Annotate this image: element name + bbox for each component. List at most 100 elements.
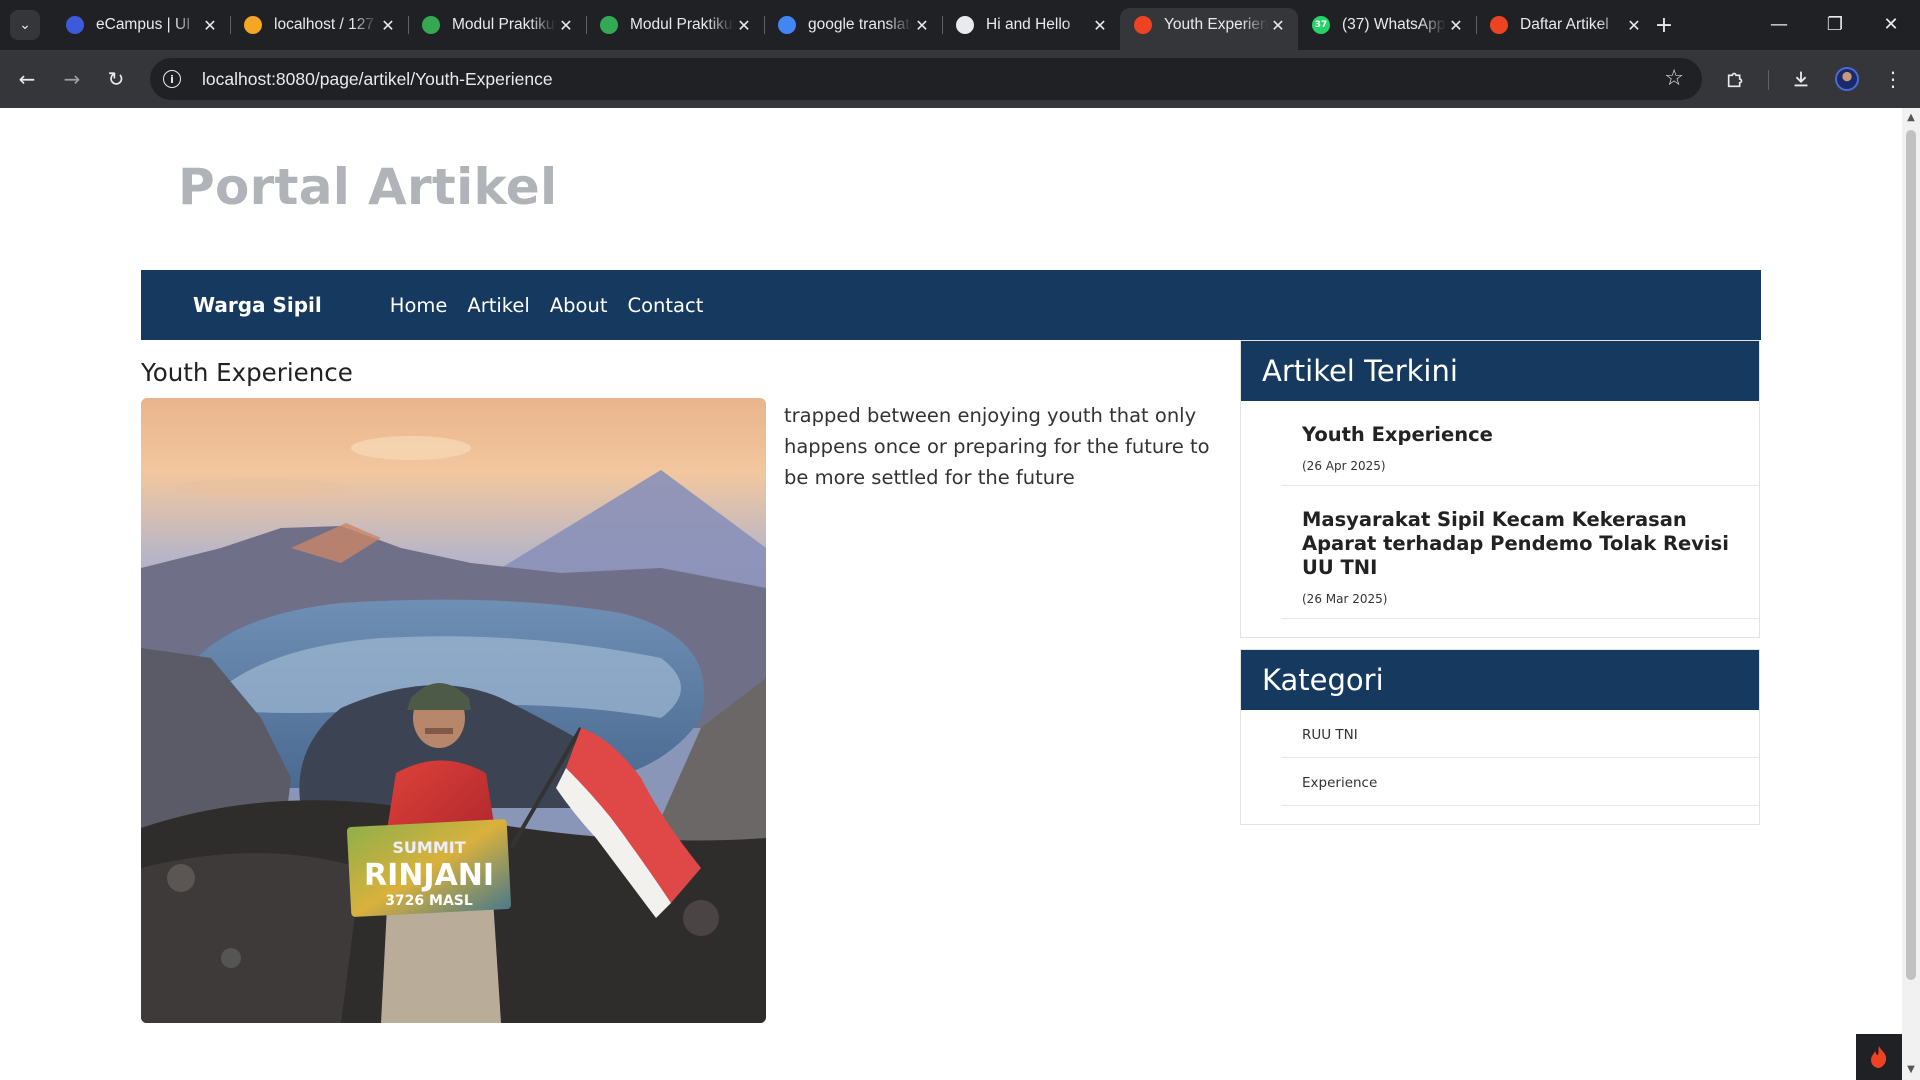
close-tab-icon[interactable]: ✕	[556, 16, 576, 35]
plus-icon: +	[1654, 12, 1674, 38]
tab-title: Modul Praktikum	[452, 16, 556, 33]
page-scrollbar[interactable]: ▲ ▼	[1902, 108, 1920, 1080]
close-icon: ✕	[1883, 13, 1899, 35]
close-tab-icon[interactable]: ✕	[1446, 16, 1466, 35]
nav-home[interactable]: Home	[390, 294, 448, 317]
close-tab-icon[interactable]: ✕	[200, 16, 220, 35]
scrollbar-thumb[interactable]	[1906, 130, 1916, 980]
tab-title: Modul Praktikum	[630, 16, 734, 33]
restore-icon: ❐	[1826, 13, 1844, 35]
close-tab-icon[interactable]: ✕	[912, 16, 932, 35]
article-photo: SUMMIT RINJANI 3726 MASL	[141, 398, 766, 1023]
tab-title: eCampus | UI	[96, 16, 191, 33]
browser-tab[interactable]: Youth Experience✕	[1120, 8, 1298, 50]
extensions-button[interactable]	[1721, 64, 1751, 94]
back-button[interactable]: ←	[12, 64, 42, 94]
browser-tab[interactable]: localhost / 127 ✕	[230, 8, 408, 42]
downloads-button[interactable]	[1786, 64, 1816, 94]
categories-widget: Kategori RUU TNI Experience	[1240, 649, 1760, 825]
google-icon	[778, 16, 796, 34]
profile-avatar[interactable]	[1835, 67, 1859, 91]
recent-article-item[interactable]: Masyarakat Sipil Kecam Kekerasan Aparat …	[1281, 486, 1759, 619]
category-item[interactable]: RUU TNI	[1281, 710, 1759, 758]
minimize-icon: —	[1770, 13, 1788, 35]
categories-list: RUU TNI Experience	[1241, 710, 1759, 824]
tab-title: Daftar Artikel	[1520, 16, 1609, 33]
close-tab-icon[interactable]: ✕	[378, 16, 398, 35]
scroll-up-icon[interactable]: ▲	[1905, 112, 1917, 124]
browser-tab[interactable]: 37 (37) WhatsApp ✕	[1298, 8, 1476, 42]
page-viewport: Portal Artikel Warga Sipil Home Artikel …	[0, 108, 1902, 1080]
site-title: Portal Artikel	[178, 158, 558, 216]
tab-title: Youth Experience	[1164, 16, 1268, 33]
reload-icon: ↻	[107, 67, 125, 91]
phpmyadmin-icon	[244, 16, 262, 34]
close-tab-icon[interactable]: ✕	[1624, 16, 1644, 35]
recent-article-date: (26 Mar 2025)	[1302, 592, 1388, 606]
browser-tab[interactable]: google translate ✕	[764, 8, 942, 42]
tab-search-button[interactable]: ⌄	[10, 10, 40, 40]
restore-button[interactable]: ❐	[1806, 0, 1864, 48]
main-navbar: Warga Sipil Home Artikel About Contact	[141, 270, 1761, 340]
browser-tab[interactable]: Daftar Artikel ✕	[1476, 8, 1654, 42]
categories-heading: Kategori	[1241, 650, 1759, 710]
google-drive-icon	[600, 16, 618, 34]
nav-artikel[interactable]: Artikel	[467, 294, 529, 317]
arrow-left-icon: ←	[18, 67, 36, 91]
tab-title: google translate	[808, 16, 912, 33]
reload-button[interactable]: ↻	[101, 64, 131, 94]
forward-button[interactable]: →	[57, 64, 87, 94]
browser-tab[interactable]: eCampus | UI ✕	[52, 8, 230, 42]
debug-toolbar-button[interactable]	[1856, 1034, 1902, 1080]
nav-links: Home Artikel About Contact	[390, 294, 724, 317]
toolbar-divider	[1768, 70, 1769, 90]
nav-about[interactable]: About	[550, 294, 608, 317]
address-bar[interactable]: i localhost:8080/page/artikel/Youth-Expe…	[150, 58, 1702, 100]
close-tab-icon[interactable]: ✕	[734, 16, 754, 35]
tab-title: Hi and Hello	[986, 16, 1071, 33]
recent-articles-widget: Artikel Terkini Youth Experience (26 Apr…	[1240, 340, 1760, 638]
download-icon	[1794, 71, 1808, 87]
whatsapp-icon: 37	[1312, 16, 1330, 34]
recent-article-title[interactable]: Youth Experience	[1302, 423, 1759, 447]
browser-tab[interactable]: Modul Praktikum ✕	[408, 8, 586, 42]
brand-link[interactable]: Warga Sipil	[193, 293, 322, 317]
browser-tab[interactable]: Hi and Hello ✕	[942, 8, 1120, 42]
url-text[interactable]: localhost:8080/page/artikel/Youth-Experi…	[202, 69, 553, 90]
tab-title: (37) WhatsApp	[1342, 16, 1446, 33]
article-title: Youth Experience	[141, 358, 353, 387]
tabs: eCampus | UI ✕ localhost / 127 ✕ Modul Prakt…	[52, 8, 1654, 50]
article-body: trapped between enjoying youth that only…	[784, 404, 1210, 489]
codeigniter-flame-icon	[1871, 1046, 1887, 1068]
photo-sign-line3: 3726 MASL	[385, 893, 473, 909]
category-item[interactable]: Experience	[1281, 758, 1759, 806]
recent-articles-list: Youth Experience (26 Apr 2025) Masyaraka…	[1241, 401, 1759, 637]
nav-contact[interactable]: Contact	[627, 294, 703, 317]
tab-strip: ⌄ eCampus | UI ✕ localhost / 127 ✕ Modul Pra…	[0, 0, 1920, 50]
ecampus-icon	[66, 16, 84, 34]
close-tab-icon[interactable]: ✕	[1268, 16, 1288, 35]
minimize-button[interactable]: —	[1750, 0, 1808, 48]
menu-button[interactable]: ⋮	[1878, 64, 1908, 94]
bookmark-star-icon[interactable]: ☆	[1664, 66, 1684, 91]
more-vert-icon: ⋮	[1883, 67, 1903, 91]
chatgpt-icon	[956, 16, 974, 34]
new-tab-button[interactable]: +	[1650, 10, 1678, 40]
scroll-down-icon[interactable]: ▼	[1905, 1064, 1917, 1076]
arrow-right-icon: →	[63, 67, 81, 91]
browser-toolbar: ← → ↻ i localhost:8080/page/artikel/Yout…	[0, 50, 1920, 108]
info-icon: i	[163, 70, 181, 88]
close-tab-icon[interactable]: ✕	[1090, 16, 1110, 35]
close-window-button[interactable]: ✕	[1862, 0, 1920, 48]
tab-title: localhost / 127	[274, 16, 374, 33]
photo-sign-line1: SUMMIT	[392, 838, 465, 857]
site-info-button[interactable]: i	[150, 70, 194, 88]
recent-article-item[interactable]: Youth Experience (26 Apr 2025)	[1281, 401, 1759, 486]
google-drive-icon	[422, 16, 440, 34]
codeigniter-icon	[1490, 16, 1508, 34]
browser-tab[interactable]: Modul Praktikum ✕	[586, 8, 764, 42]
photo-sign-line2: RINJANI	[364, 858, 494, 893]
recent-article-title[interactable]: Masyarakat Sipil Kecam Kekerasan Aparat …	[1302, 508, 1759, 580]
chevron-down-icon: ⌄	[19, 17, 31, 33]
codeigniter-icon	[1134, 16, 1152, 34]
